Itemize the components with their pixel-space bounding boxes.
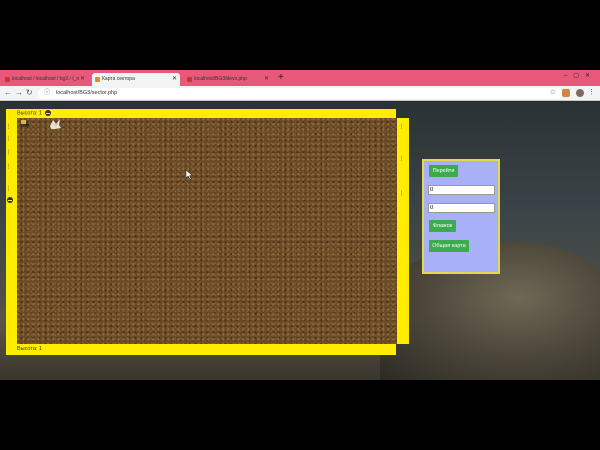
close-icon[interactable]: ✕ xyxy=(172,73,177,86)
side-marker: ┆ xyxy=(400,191,404,197)
mouse-cursor-icon xyxy=(186,170,194,180)
info-icon[interactable]: ⓘ xyxy=(44,88,50,99)
tab-bar: localhost / localhost / bg3 / t_n ✕ Карт… xyxy=(0,70,600,86)
map-grid[interactable] xyxy=(17,118,397,344)
favicon-icon xyxy=(5,77,10,82)
flag-button[interactable]: Флажок xyxy=(429,220,456,232)
height-label-text: Высота: 1 xyxy=(17,346,43,352)
browser-window: localhost / localhost / bg3 / t_n ✕ Карт… xyxy=(0,70,600,380)
back-icon[interactable]: ← xyxy=(4,88,12,98)
close-icon[interactable]: ✕ xyxy=(80,73,85,86)
avatar[interactable] xyxy=(576,89,584,97)
bookmark-star-icon[interactable]: ☆ xyxy=(550,88,556,96)
address-bar[interactable]: ⓘ localhost/BG3/sector.php xyxy=(38,88,563,99)
x-coordinate-input[interactable] xyxy=(428,185,495,195)
height-label-bottom: Высота: 1 xyxy=(17,346,42,352)
unit-sprite-icon[interactable] xyxy=(18,118,30,130)
tab-label: localhost / localhost / bg3 / t_n xyxy=(12,76,80,82)
y-coordinate-input[interactable] xyxy=(428,203,495,213)
close-icon[interactable]: ✕ xyxy=(264,73,269,86)
height-label-text: Высота: 1 xyxy=(17,110,43,117)
sector-map: Высота: 1 Высота: 1 ┆ ┆ ┆ ┆ ┆ ┆ ┆ ┆ xyxy=(6,106,409,358)
forward-icon[interactable]: → xyxy=(15,88,23,98)
tab-label: localhost/BG3/devs.php xyxy=(194,76,247,82)
window-controls[interactable]: –▢✕ xyxy=(564,72,596,79)
favicon-icon xyxy=(187,77,192,82)
height-label-top: Высота: 1 xyxy=(17,110,51,116)
side-marker: ┆ xyxy=(7,164,11,170)
extension-icon[interactable] xyxy=(562,89,570,97)
url-text: localhost/BG3/sector.php xyxy=(56,90,118,96)
new-tab-button[interactable]: + xyxy=(278,72,284,84)
map-frame-right xyxy=(396,118,409,344)
side-marker: ┆ xyxy=(400,124,404,130)
zoom-out-icon[interactable] xyxy=(44,110,51,116)
side-minus-icon[interactable] xyxy=(7,197,13,203)
tab-phpmyadmin[interactable]: localhost / localhost / bg3 / t_n ✕ xyxy=(2,73,88,86)
control-panel: Перейти Флажок Общая карта xyxy=(422,159,500,274)
navigation-bar: ← → ↻ ⓘ localhost/BG3/sector.php ☆ ⋮ xyxy=(0,86,600,101)
favicon-icon xyxy=(95,77,100,82)
side-marker: ┆ xyxy=(7,136,11,142)
go-button[interactable]: Перейти xyxy=(429,165,458,177)
tab-label: Карта сектора xyxy=(102,76,135,82)
page-background: Высота: 1 Высота: 1 ┆ ┆ ┆ ┆ ┆ ┆ ┆ ┆ Пере… xyxy=(0,102,600,380)
side-marker: ┆ xyxy=(7,124,11,130)
tab-sector-map[interactable]: Карта сектора ✕ xyxy=(92,73,180,86)
global-map-button[interactable]: Общая карта xyxy=(429,240,469,252)
side-marker: ┆ xyxy=(400,156,404,162)
tab-devs[interactable]: localhost/BG3/devs.php ✕ xyxy=(184,73,272,86)
side-marker: ┆ xyxy=(7,150,11,156)
explosion-sprite-icon[interactable] xyxy=(48,118,62,130)
reload-icon[interactable]: ↻ xyxy=(26,88,33,98)
menu-icon[interactable]: ⋮ xyxy=(588,88,595,96)
side-marker: ┆ xyxy=(7,186,11,192)
